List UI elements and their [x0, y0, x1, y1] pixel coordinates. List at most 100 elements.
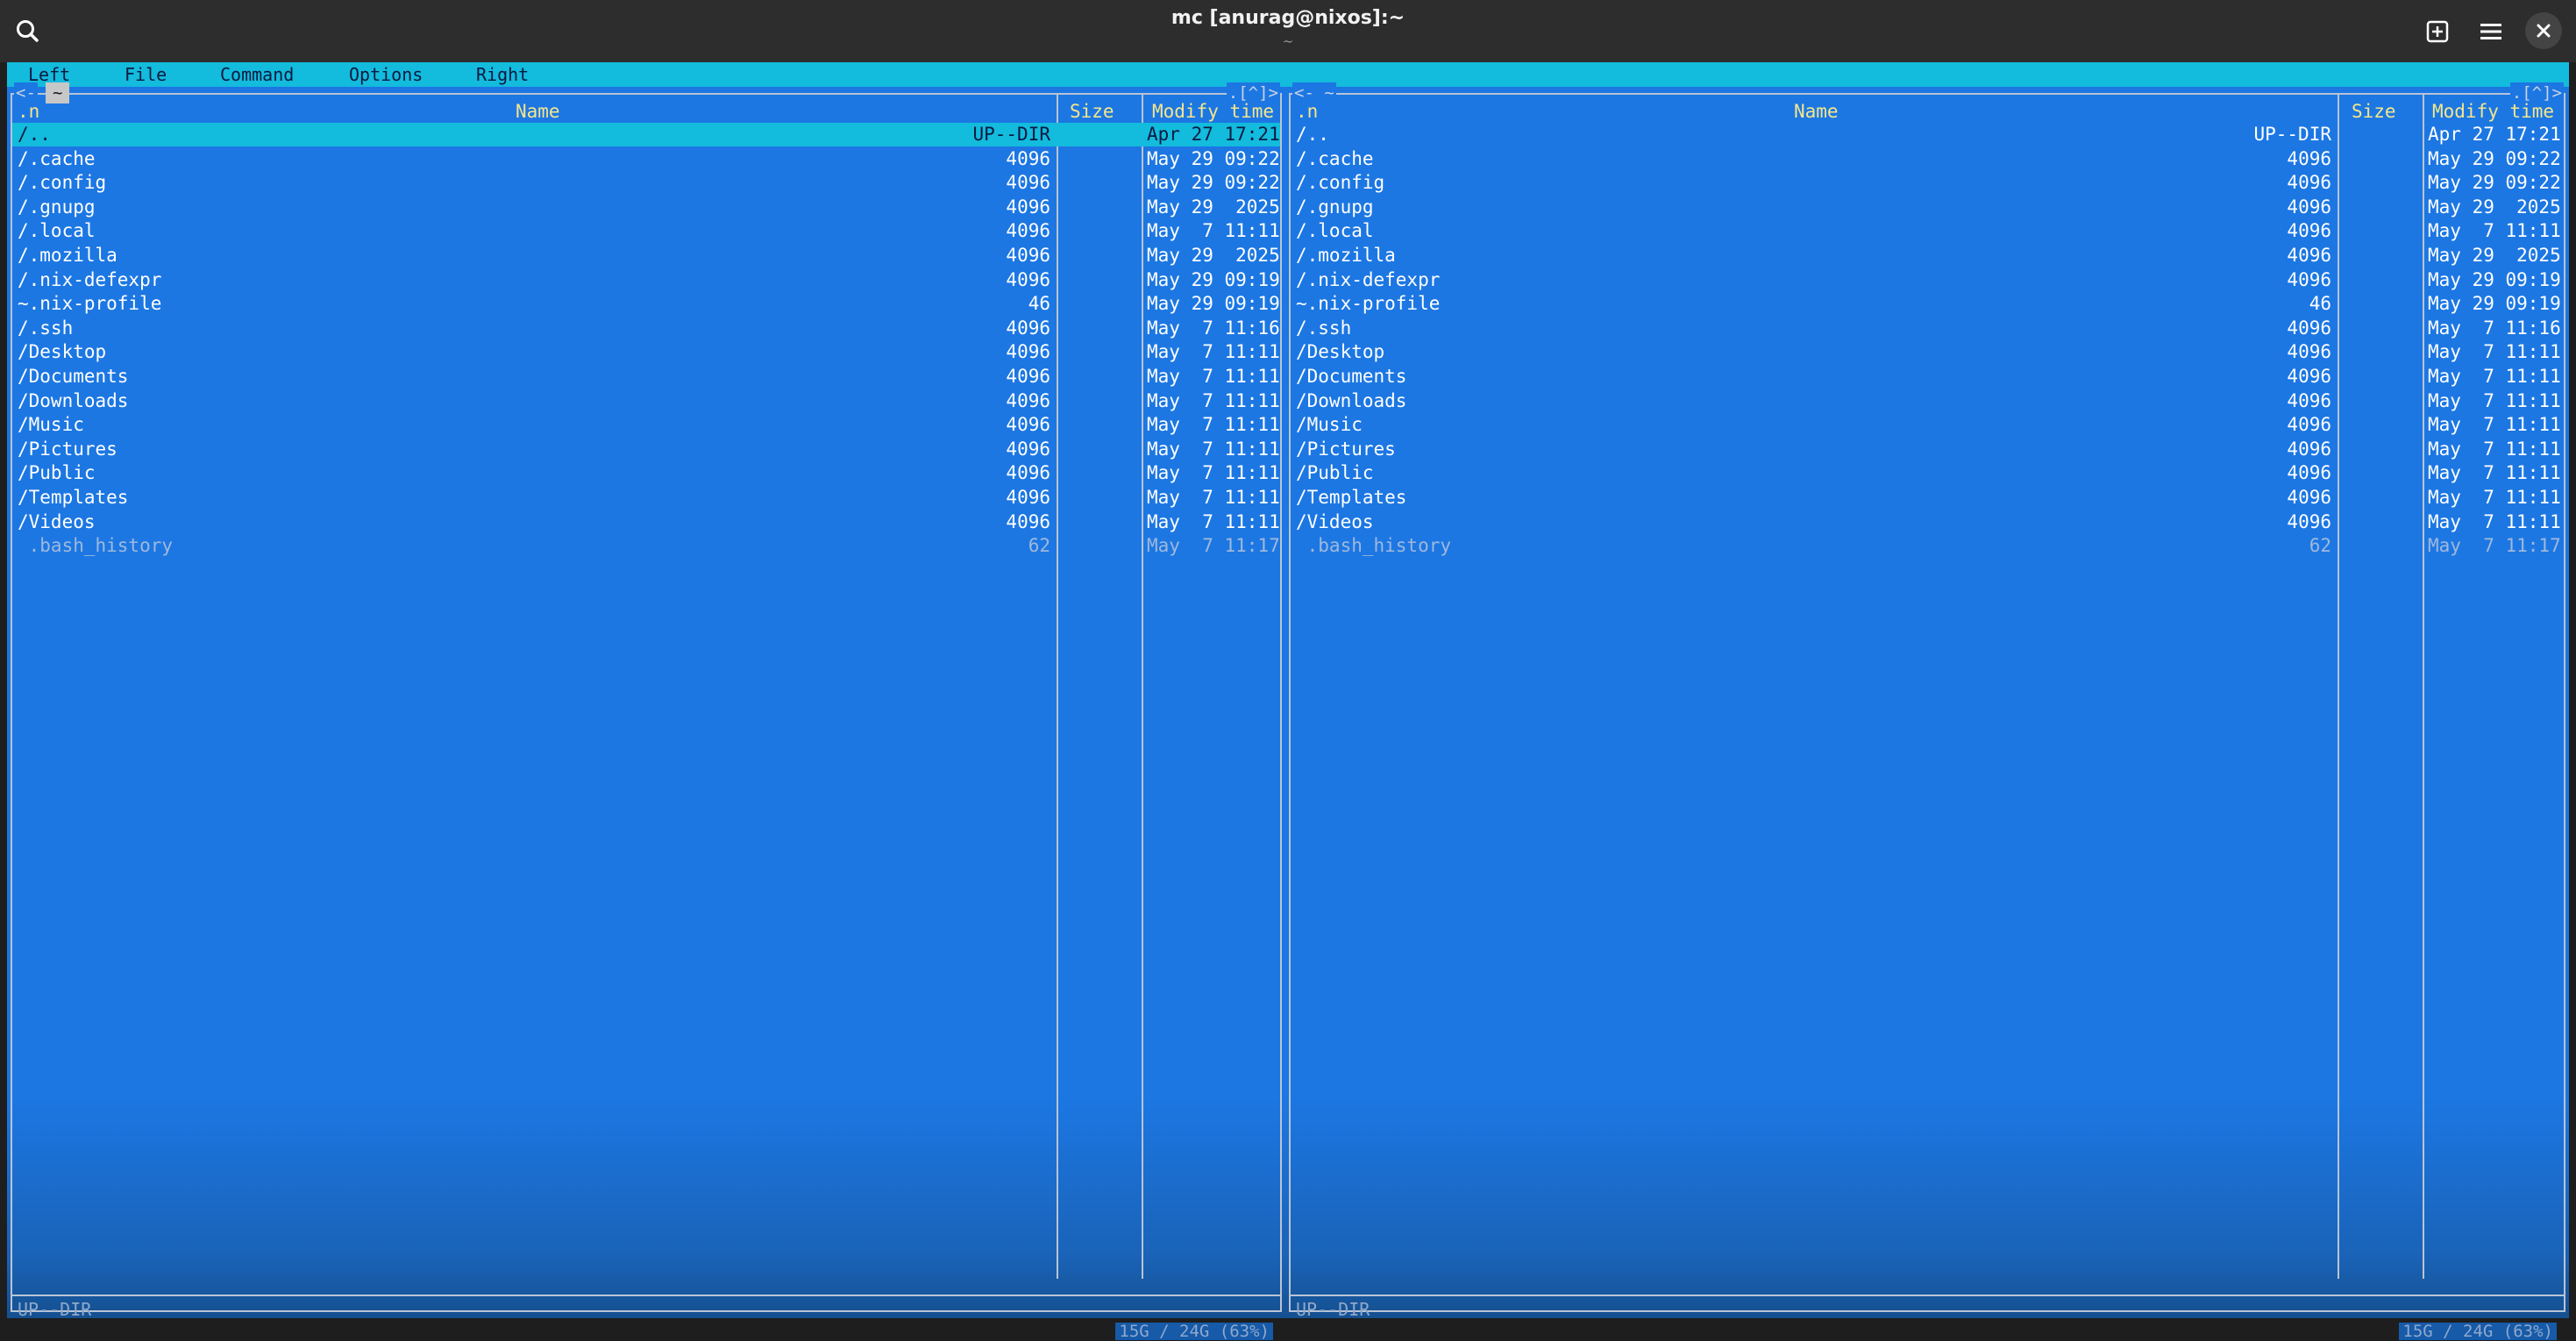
col-size-header[interactable]: Size [2352, 100, 2396, 123]
file-size: 4096 [2287, 366, 2331, 387]
file-size: 4096 [2287, 341, 2331, 363]
file-row[interactable]: /.ssh 4096 May 7 11:16 [12, 317, 1280, 340]
disk-usage: 15G / 24G (63%) [1115, 1323, 1273, 1340]
file-size: 4096 [2287, 510, 2331, 532]
file-row[interactable]: /.nix-defexpr 4096 May 29 09:19 [1291, 268, 2564, 292]
file-row[interactable]: /Music 4096 May 7 11:11 [1291, 413, 2564, 437]
file-mtime: May 7 11:11 [1147, 487, 1280, 508]
file-row[interactable]: /.cache 4096 May 29 09:22 [1291, 147, 2564, 171]
file-name: .bash_history [1296, 535, 1452, 557]
file-size: 4096 [2287, 317, 2331, 339]
file-row[interactable]: /Videos 4096 May 7 11:11 [12, 510, 1280, 534]
file-mtime: May 7 11:11 [1147, 462, 1280, 484]
file-row[interactable]: /.nix-defexpr 4096 May 29 09:19 [12, 268, 1280, 292]
file-row[interactable]: /Templates 4096 May 7 11:11 [12, 486, 1280, 510]
file-row[interactable]: /Downloads 4096 May 7 11:11 [12, 389, 1280, 413]
window-title: mc [anurag@nixos]:~ [1171, 7, 1405, 29]
status-divider [12, 1295, 1280, 1296]
file-name: /.local [1296, 220, 1374, 242]
menu-right[interactable]: Right [476, 62, 529, 87]
file-name: /.gnupg [1296, 196, 1374, 218]
file-row[interactable]: ~.nix-profile 46 May 29 09:19 [1291, 292, 2564, 316]
file-row[interactable]: /Pictures 4096 May 7 11:11 [12, 438, 1280, 461]
file-row[interactable]: /Templates 4096 May 7 11:11 [1291, 486, 2564, 510]
file-mtime: May 29 2025 [1147, 245, 1280, 266]
file-mtime: May 7 11:11 [2428, 510, 2561, 532]
file-row[interactable]: /Desktop 4096 May 7 11:11 [12, 340, 1280, 364]
file-row[interactable]: /Downloads 4096 May 7 11:11 [1291, 389, 2564, 413]
col-mtime-header[interactable]: Modify time [1152, 100, 1274, 123]
file-row[interactable]: /.. UP--DIR Apr 27 17:21 [12, 123, 1280, 146]
menu-file[interactable]: File [125, 62, 167, 87]
file-row[interactable]: /.. UP--DIR Apr 27 17:21 [1291, 123, 2564, 146]
terminal-area[interactable]: Left File Command Options Right <- ~ .[^… [7, 62, 2569, 1340]
hamburger-menu-icon[interactable] [2473, 14, 2508, 49]
file-mtime: May 7 11:17 [2428, 535, 2561, 557]
col-size-header[interactable]: Size [1070, 100, 1114, 123]
file-row[interactable]: /.config 4096 May 29 09:22 [12, 171, 1280, 195]
panel-path-marker[interactable]: ~ [46, 82, 70, 103]
file-row[interactable]: /.gnupg 4096 May 29 2025 [1291, 196, 2564, 219]
file-size: 4096 [1006, 147, 1050, 169]
file-row[interactable]: .bash_history 62 May 7 11:17 [12, 534, 1280, 558]
file-name: /Desktop [18, 341, 107, 363]
file-row[interactable]: /Music 4096 May 7 11:11 [12, 413, 1280, 437]
file-row[interactable]: ~.nix-profile 46 May 29 09:19 [12, 292, 1280, 316]
file-name: /.mozilla [1296, 245, 1396, 266]
file-size: 4096 [2287, 462, 2331, 484]
col-mtime-header[interactable]: Modify time [2432, 100, 2554, 123]
file-name: /.mozilla [18, 245, 117, 266]
file-row[interactable]: /Videos 4096 May 7 11:11 [1291, 510, 2564, 534]
file-row[interactable]: /.local 4096 May 7 11:11 [1291, 219, 2564, 243]
file-row[interactable]: /Pictures 4096 May 7 11:11 [1291, 438, 2564, 461]
file-name: /Pictures [18, 438, 117, 460]
file-row[interactable]: .bash_history 62 May 7 11:17 [1291, 534, 2564, 558]
left-panel[interactable]: <- ~ .[^]> .n Name Size Modify time /.. U… [11, 82, 1282, 1340]
file-row[interactable]: /Desktop 4096 May 7 11:11 [1291, 340, 2564, 364]
file-size: 4096 [2287, 147, 2331, 169]
col-sort-indicator[interactable]: .n [18, 100, 39, 123]
file-mtime: May 29 09:19 [1147, 268, 1280, 290]
file-row[interactable]: /Public 4096 May 7 11:11 [12, 461, 1280, 485]
file-mtime: May 29 09:22 [2428, 147, 2561, 169]
col-name-header[interactable]: Name [516, 100, 560, 123]
file-row[interactable]: /.ssh 4096 May 7 11:16 [1291, 317, 2564, 340]
file-row[interactable]: /.cache 4096 May 29 09:22 [12, 147, 1280, 171]
file-row[interactable]: /.mozilla 4096 May 29 2025 [12, 244, 1280, 267]
file-mtime: May 7 11:16 [2428, 317, 2561, 339]
col-name-header[interactable]: Name [1794, 100, 1839, 123]
right-panel[interactable]: <- ~ .[^]> .n Name Size Modify time /.. U… [1289, 82, 2565, 1340]
file-row[interactable]: /Public 4096 May 7 11:11 [1291, 461, 2564, 485]
file-name: /Documents [1296, 366, 1407, 387]
file-name: .bash_history [18, 535, 174, 557]
file-row[interactable]: /Documents 4096 May 7 11:11 [1291, 365, 2564, 389]
file-row[interactable]: /.local 4096 May 7 11:11 [12, 219, 1280, 243]
file-size: 4096 [1006, 414, 1050, 436]
file-name: /.local [18, 220, 96, 242]
menu-options[interactable]: Options [349, 62, 423, 87]
col-sort-indicator[interactable]: .n [1296, 100, 1318, 123]
file-size: 4096 [1006, 196, 1050, 218]
file-name: /.nix-defexpr [1296, 268, 1441, 290]
file-size: 62 [1028, 535, 1050, 557]
new-tab-icon[interactable] [2420, 14, 2455, 49]
file-name: /Videos [1296, 510, 1374, 532]
file-name: /.ssh [18, 317, 74, 339]
file-row[interactable]: /.mozilla 4096 May 29 2025 [1291, 244, 2564, 267]
file-row[interactable]: /Documents 4096 May 7 11:11 [12, 365, 1280, 389]
close-icon[interactable] [2525, 12, 2562, 49]
file-size: 62 [2309, 535, 2331, 557]
file-size: 4096 [1006, 510, 1050, 532]
file-row[interactable]: /.config 4096 May 29 09:22 [1291, 171, 2564, 195]
file-mtime: May 7 11:11 [2428, 220, 2561, 242]
file-mtime: May 29 09:22 [2428, 172, 2561, 194]
file-row[interactable]: /.gnupg 4096 May 29 2025 [12, 196, 1280, 219]
file-size: 4096 [1006, 438, 1050, 460]
file-size: 4096 [2287, 268, 2331, 290]
file-mtime: May 7 11:16 [1147, 317, 1280, 339]
file-size: 4096 [2287, 487, 2331, 508]
menu-command[interactable]: Command [220, 62, 294, 87]
file-mtime: May 29 2025 [1147, 196, 1280, 218]
file-name: /.cache [1296, 147, 1374, 169]
window-titlebar: mc [anurag@nixos]:~ ~ [0, 0, 2576, 62]
